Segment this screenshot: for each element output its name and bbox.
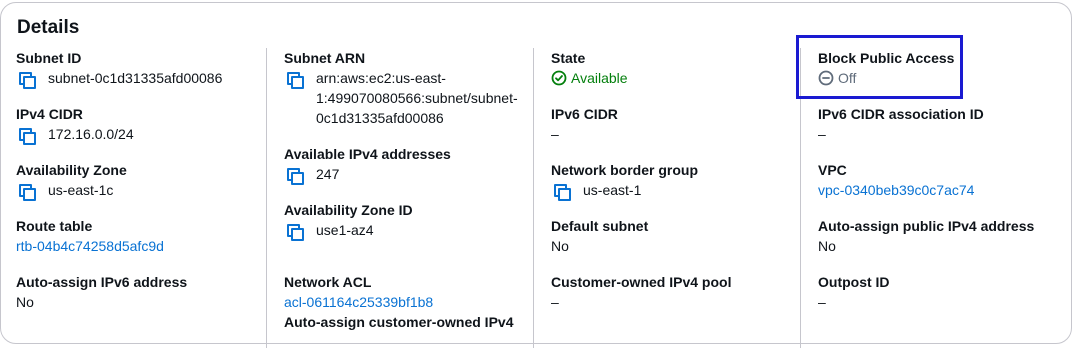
subnet-arn-value: arn:aws:ec2:us-east-1:499070080566:subne… [316, 70, 518, 126]
auto-ipv6-field: Auto-assign IPv6 address No [16, 272, 187, 312]
network-acl-field: Network ACL acl-061164c25339bf1b8 [284, 272, 433, 312]
available-ipv4-field: Available IPv4 addresses 247 [284, 144, 451, 185]
network-acl-label: Network ACL [284, 274, 372, 290]
auto-public-ipv4-value: No [818, 238, 836, 254]
vpc-label: VPC [818, 162, 847, 178]
focus-highlight-box [796, 35, 963, 99]
network-acl-link[interactable]: acl-061164c25339bf1b8 [284, 292, 433, 312]
available-ipv4-row: 247 [284, 164, 451, 185]
customer-pool-field: Customer-owned IPv4 pool – [551, 272, 731, 312]
auto-customer-field: Auto-assign customer-owned IPv4 [284, 312, 513, 332]
border-group-label: Network border group [551, 162, 699, 178]
outpost-field: Outpost ID – [818, 272, 890, 312]
auto-ipv6-label: Auto-assign IPv6 address [16, 274, 188, 290]
ipv6-cidr-label: IPv6 CIDR [551, 106, 618, 122]
copy-icon[interactable] [16, 68, 38, 89]
state-field: State Available [551, 48, 628, 88]
border-group-value: us-east-1 [583, 182, 642, 198]
auto-customer-label: Auto-assign customer-owned IPv4 [284, 314, 514, 330]
state-value: Available [571, 70, 628, 86]
ipv6-assoc-value: – [818, 126, 826, 142]
default-subnet-label: Default subnet [551, 218, 649, 234]
check-circle-icon [551, 70, 567, 86]
route-table-label: Route table [16, 218, 93, 234]
copy-icon[interactable] [16, 124, 38, 145]
subnet-id-value: subnet-0c1d31335afd00086 [48, 70, 223, 86]
column-divider [266, 48, 267, 348]
vpc-link[interactable]: vpc-0340beb39c0c7ac74 [818, 180, 974, 200]
panel-title: Details [17, 17, 80, 38]
copy-icon[interactable] [16, 180, 38, 201]
state-label: State [551, 50, 586, 66]
state-status: Available [551, 68, 628, 88]
ipv4-cidr-row: 172.16.0.0/24 [16, 124, 134, 145]
customer-pool-label: Customer-owned IPv4 pool [551, 274, 732, 290]
vpc-field: VPC vpc-0340beb39c0c7ac74 [818, 160, 974, 200]
auto-public-ipv4-field: Auto-assign public IPv4 address No [818, 216, 1034, 256]
available-ipv4-label: Available IPv4 addresses [284, 146, 451, 162]
availability-zone-field: Availability Zone us-east-1c [16, 160, 127, 201]
az-id-field: Availability Zone ID use1-az4 [284, 200, 413, 241]
ipv4-cidr-field: IPv4 CIDR 172.16.0.0/24 [16, 104, 134, 145]
auto-ipv6-value: No [16, 294, 34, 310]
ipv6-cidr-field: IPv6 CIDR – [551, 104, 618, 144]
az-id-row: use1-az4 [284, 220, 413, 241]
default-subnet-value: No [551, 238, 569, 254]
availability-zone-row: us-east-1c [16, 180, 127, 201]
ipv4-cidr-label: IPv4 CIDR [16, 106, 83, 122]
column-divider [533, 48, 534, 348]
copy-icon[interactable] [284, 68, 306, 89]
az-id-value: use1-az4 [316, 222, 374, 238]
subnet-arn-row: arn:aws:ec2:us-east-1:499070080566:subne… [284, 68, 531, 128]
ipv6-assoc-label: IPv6 CIDR association ID [818, 106, 984, 122]
copy-icon[interactable] [284, 164, 306, 185]
az-id-label: Availability Zone ID [284, 202, 413, 218]
ipv6-cidr-value: – [551, 126, 559, 142]
subnet-arn-label: Subnet ARN [284, 50, 366, 66]
subnet-id-field: Subnet ID subnet-0c1d31335afd00086 [16, 48, 223, 89]
route-table-link[interactable]: rtb-04b4c74258d5afc9d [16, 236, 164, 256]
subnet-id-label: Subnet ID [16, 50, 82, 66]
outpost-value: – [818, 294, 826, 310]
subnet-arn-field: Subnet ARN arn:aws:ec2:us-east-1:4990700… [284, 48, 531, 128]
border-group-field: Network border group us-east-1 [551, 160, 699, 201]
route-table-field: Route table rtb-04b4c74258d5afc9d [16, 216, 164, 256]
copy-icon[interactable] [551, 180, 573, 201]
auto-public-ipv4-label: Auto-assign public IPv4 address [818, 218, 1035, 234]
outpost-label: Outpost ID [818, 274, 890, 290]
customer-pool-value: – [551, 294, 559, 310]
available-ipv4-value: 247 [316, 166, 340, 182]
subnet-id-row: subnet-0c1d31335afd00086 [16, 68, 223, 89]
ipv4-cidr-value: 172.16.0.0/24 [48, 126, 134, 142]
border-group-row: us-east-1 [551, 180, 698, 201]
default-subnet-field: Default subnet No [551, 216, 648, 256]
availability-zone-label: Availability Zone [16, 162, 127, 178]
copy-icon[interactable] [284, 220, 306, 241]
availability-zone-value: us-east-1c [48, 182, 114, 198]
ipv6-assoc-field: IPv6 CIDR association ID – [818, 104, 984, 144]
